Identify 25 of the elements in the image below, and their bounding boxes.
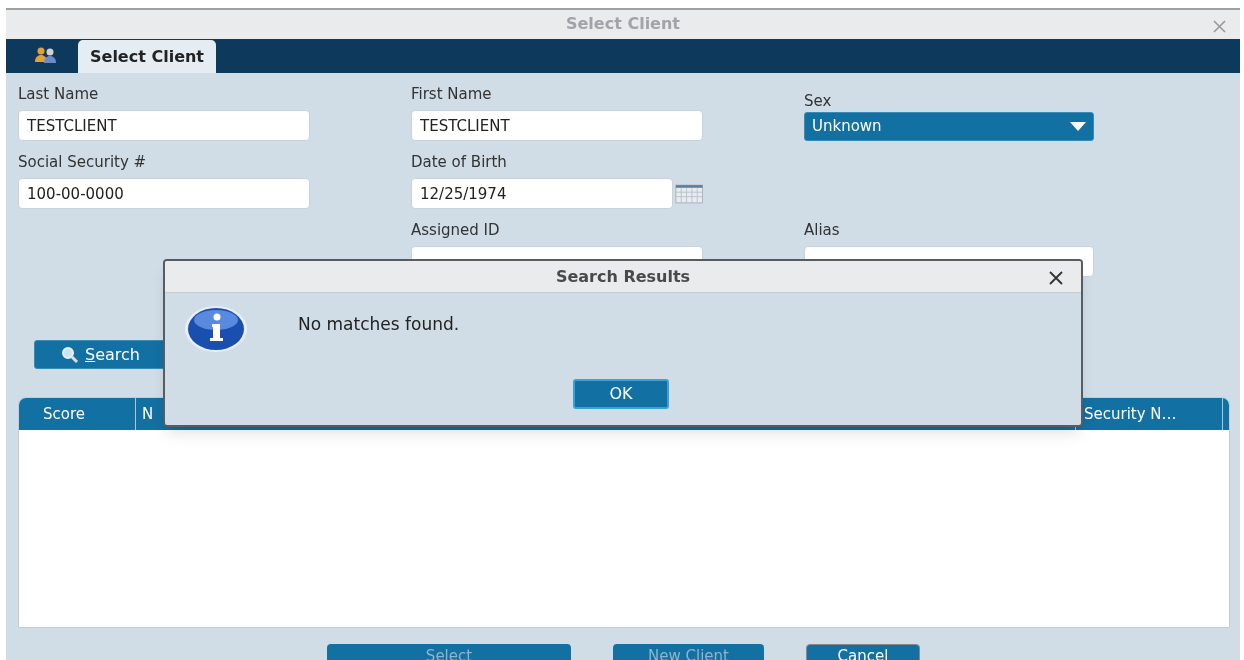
text-field[interactable]: TESTCLIENT (411, 110, 703, 141)
text-field[interactable]: 12/25/1974 (411, 178, 673, 209)
text-field[interactable]: 100-00-0000 (18, 178, 310, 209)
field-label: Date of Birth (411, 152, 508, 172)
calendar-icon[interactable] (674, 182, 703, 205)
tab[interactable]: Select Client (78, 40, 216, 73)
sex-dropdown[interactable]: Unknown (804, 112, 1094, 141)
window-title: Select Client (566, 13, 680, 36)
ok-button[interactable]: OK (573, 379, 669, 409)
field-label: Assigned ID (411, 220, 501, 240)
text-field[interactable]: TESTCLIENT (18, 110, 310, 141)
dialog-title: Search Results (555, 265, 691, 288)
field-label: Alias (804, 220, 841, 240)
column-header[interactable]: N (136, 402, 154, 426)
field-label: Social Security # (18, 152, 148, 172)
field-label: Sex (804, 91, 833, 111)
info-icon (184, 305, 248, 353)
caret-icon (1070, 121, 1086, 132)
search-icon (61, 345, 79, 364)
people-icon (34, 47, 58, 63)
field-label: Last Name (18, 84, 100, 104)
dialog-message: No matches found. (298, 313, 460, 336)
close-icon[interactable] (1049, 271, 1063, 285)
column-header[interactable]: Score (19, 402, 85, 426)
field-label: First Name (411, 84, 493, 104)
